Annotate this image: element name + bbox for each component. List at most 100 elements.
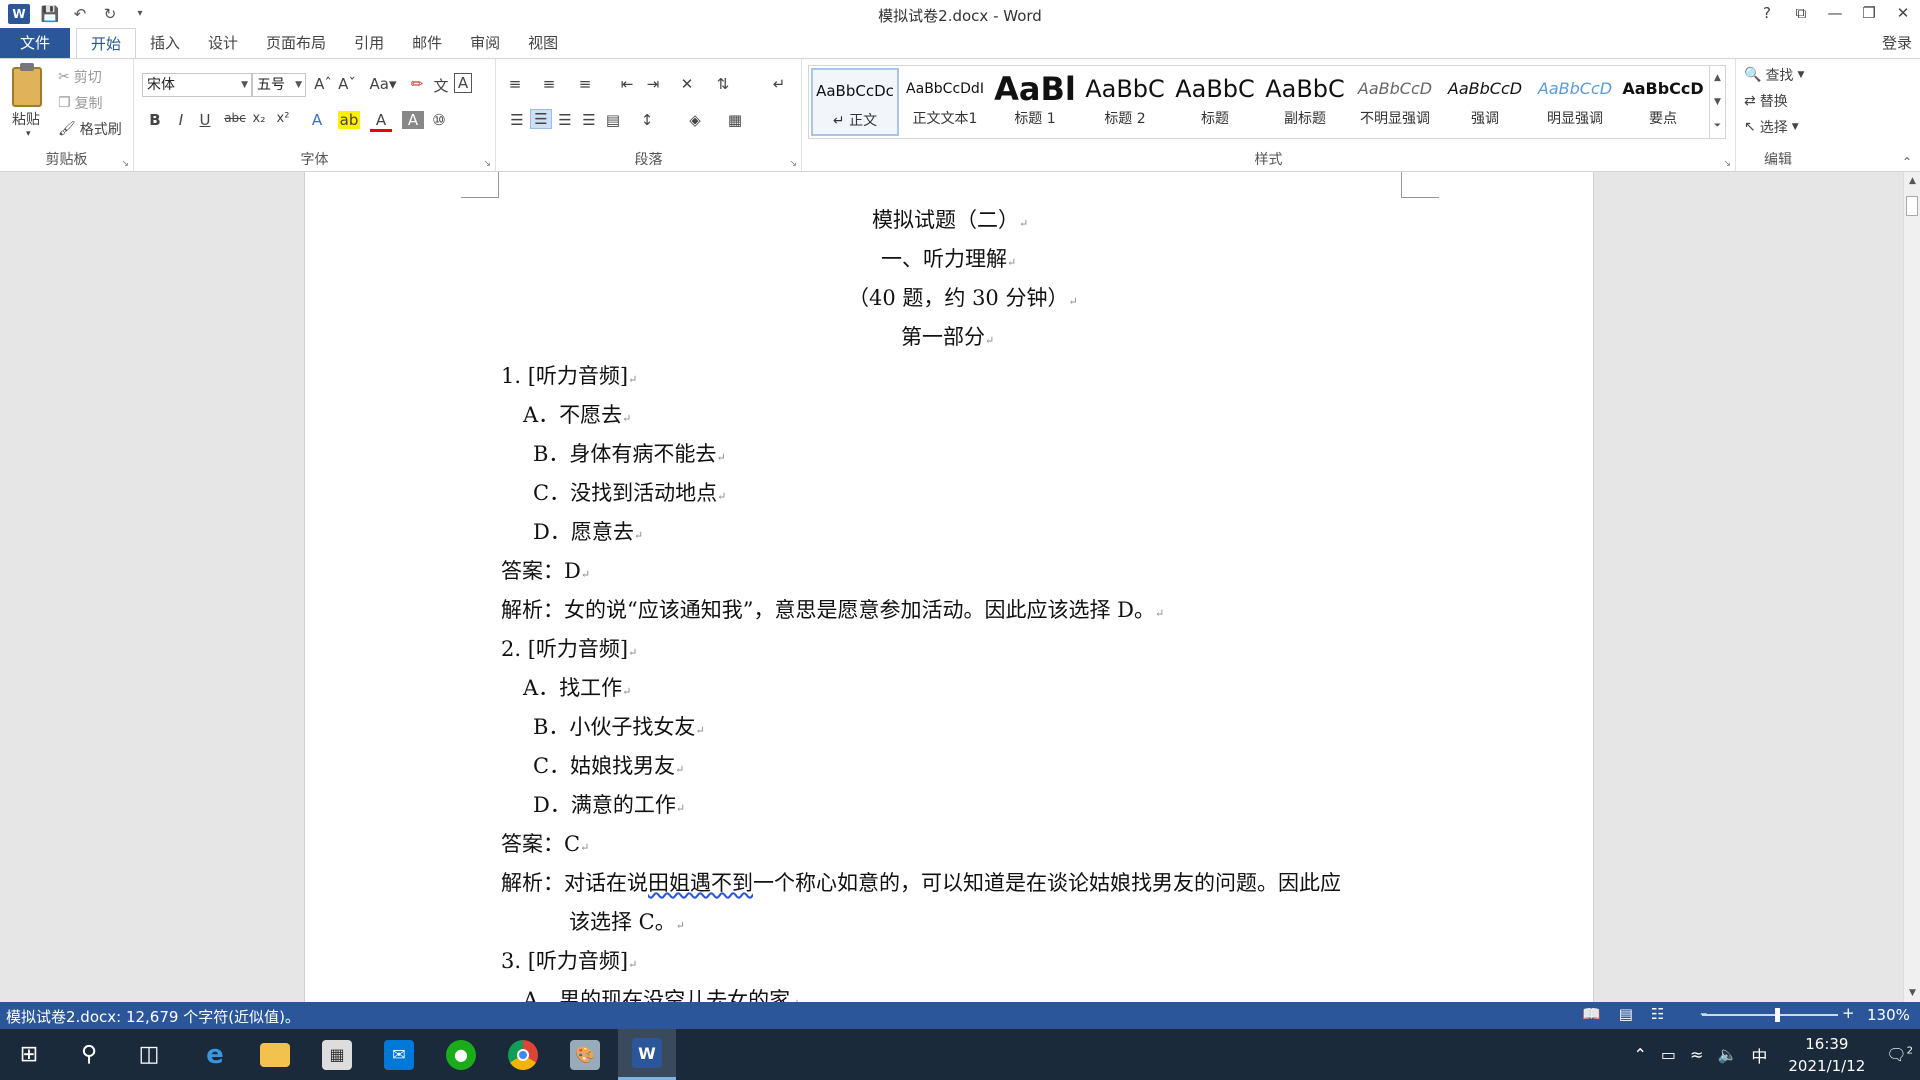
start-icon[interactable]: ⊞ (0, 1029, 58, 1080)
show-hidden-icons-icon[interactable]: ⌃ (1634, 1045, 1647, 1064)
style-subtle-emphasis[interactable]: AaBbCcD 不明显强调 (1351, 68, 1439, 136)
edge-icon[interactable]: e (186, 1029, 244, 1080)
minimize-button[interactable]: — (1818, 0, 1852, 27)
paste-button[interactable]: 粘贴 (12, 109, 40, 129)
spelling-error-mark[interactable]: 田姐遇不到 (648, 871, 753, 895)
justify-icon[interactable]: ☰ (578, 111, 600, 129)
character-shading-icon[interactable]: A (402, 111, 424, 129)
font-launcher-icon[interactable]: ↘ (483, 159, 491, 169)
scroll-up-icon[interactable]: ▲ (1904, 176, 1920, 186)
wifi-icon[interactable]: ≈ (1690, 1045, 1703, 1064)
font-color-icon[interactable]: A (370, 111, 392, 132)
styles-launcher-icon[interactable]: ↘ (1723, 159, 1731, 169)
style-strong[interactable]: AaBbCcD 要点 (1619, 68, 1707, 136)
align-right-icon[interactable]: ☰ (554, 111, 576, 129)
grow-font-icon[interactable]: Aˆ (312, 75, 334, 93)
undo-icon[interactable]: ↶ (70, 5, 90, 23)
zoom-level[interactable]: 130% (1867, 1006, 1910, 1024)
select-button[interactable]: ↖ 选择 ▼ (1744, 117, 1799, 137)
clipboard-launcher-icon[interactable]: ↘ (121, 159, 129, 169)
font-size-combo[interactable]: 五号 ▼ (252, 73, 306, 97)
scrollbar-thumb[interactable] (1906, 196, 1918, 216)
customize-qat-icon[interactable]: ▾ (130, 8, 150, 19)
subscript-icon[interactable]: x₂ (248, 111, 270, 126)
character-border-icon[interactable]: A (454, 73, 472, 93)
shrink-font-icon[interactable]: Aˇ (336, 75, 358, 93)
read-mode-icon[interactable]: 📖 (1582, 1005, 1601, 1023)
store-icon[interactable]: ▦ (308, 1029, 366, 1080)
chinese-layout-icon[interactable]: ✕ (676, 75, 698, 93)
replace-button[interactable]: ⇄ 替换 (1744, 91, 1788, 111)
style-emphasis[interactable]: AaBbCcD 强调 (1441, 68, 1529, 136)
increase-indent-icon[interactable]: ⇥ (642, 75, 664, 93)
ribbon-display-options-button[interactable]: ⧉ (1784, 0, 1818, 27)
style-heading-2[interactable]: AaBbC 标题 2 (1081, 68, 1169, 136)
distributed-icon[interactable]: ▤ (602, 111, 624, 129)
styles-gallery-scroll[interactable]: ▲ ▼ ⏷ (1709, 66, 1725, 138)
zoom-out-icon[interactable]: – (1700, 1004, 1708, 1022)
clock[interactable]: 16:39 2021/1/12 (1788, 1033, 1865, 1077)
wechat-icon[interactable]: ● (432, 1029, 490, 1080)
ime-indicator[interactable]: 中 (1751, 1043, 1767, 1067)
underline-icon[interactable]: U (194, 111, 216, 129)
highlight-icon[interactable]: ab (338, 111, 360, 129)
sign-in-link[interactable]: 登录 (1882, 32, 1912, 53)
italic-icon[interactable]: I (170, 111, 192, 129)
scroll-up-icon[interactable]: ▲ (1710, 66, 1725, 90)
format-painter-button[interactable]: 🖌 格式刷 (58, 119, 122, 139)
document-page[interactable]: 模拟试题（二）↵ 一、听力理解↵ （40 题，约 30 分钟）↵ 第一部分↵ 1… (304, 172, 1594, 1002)
align-center-icon[interactable]: ☰ (530, 109, 552, 129)
paste-dropdown-icon[interactable]: ▾ (26, 129, 31, 139)
change-case-icon[interactable]: Aa▾ (366, 75, 400, 93)
decrease-indent-icon[interactable]: ⇤ (616, 75, 638, 93)
copy-button[interactable]: ❐ 复制 (58, 93, 103, 113)
tab-home[interactable]: 开始 (76, 28, 137, 58)
find-button[interactable]: 🔍 查找 ▼ (1744, 65, 1804, 85)
style-subtitle[interactable]: AaBbC 副标题 (1261, 68, 1349, 136)
borders-icon[interactable]: ▦ (724, 111, 746, 129)
sort-icon[interactable]: ⇅ (712, 75, 734, 93)
style-intense-emphasis[interactable]: AaBbCcD 明显强调 (1531, 68, 1619, 136)
print-layout-icon[interactable]: ▤ (1619, 1005, 1633, 1023)
zoom-in-icon[interactable]: + (1842, 1004, 1855, 1022)
word-taskbar-icon[interactable]: W (618, 1029, 676, 1080)
word-count-status[interactable]: 模拟试卷2.docx: 12,679 个字符(近似值)。 (6, 1006, 300, 1027)
help-button[interactable]: ? (1750, 0, 1784, 27)
cut-button[interactable]: ✂ 剪切 (58, 67, 102, 87)
zoom-slider-knob[interactable] (1775, 1008, 1781, 1022)
task-view-icon[interactable]: ◫ (120, 1029, 178, 1080)
vertical-scrollbar[interactable]: ▲ ▼ (1903, 172, 1920, 1002)
battery-icon[interactable]: ▭ (1661, 1045, 1676, 1064)
shading-icon[interactable]: ◈ (684, 111, 706, 129)
strikethrough-icon[interactable]: abc (224, 111, 246, 125)
enclose-characters-icon[interactable]: ⑩ (428, 111, 450, 129)
more-styles-icon[interactable]: ⏷ (1710, 114, 1725, 138)
tab-references[interactable]: 引用 (340, 28, 398, 58)
text-effects-icon[interactable]: A (306, 111, 328, 129)
tab-mailings[interactable]: 邮件 (398, 28, 456, 58)
tab-file[interactable]: 文件 (0, 28, 70, 58)
style-heading-1[interactable]: AaBl 标题 1 (991, 68, 1079, 136)
bold-icon[interactable]: B (144, 111, 166, 129)
save-icon[interactable]: 💾 (40, 5, 60, 23)
show-marks-icon[interactable]: ↵ (768, 75, 790, 93)
scroll-down-icon[interactable]: ▼ (1710, 90, 1725, 114)
paragraph-launcher-icon[interactable]: ↘ (789, 159, 797, 169)
notification-center-icon[interactable]: 🗨2 (1886, 1045, 1913, 1064)
align-left-icon[interactable]: ☰ (506, 111, 528, 129)
file-explorer-icon[interactable] (246, 1029, 304, 1080)
phonetic-guide-icon[interactable]: 文 (430, 75, 452, 96)
collapse-ribbon-icon[interactable]: ⌃ (1902, 155, 1912, 169)
tab-view[interactable]: 视图 (514, 28, 572, 58)
search-icon[interactable]: ⚲ (60, 1029, 118, 1080)
tab-review[interactable]: 审阅 (456, 28, 514, 58)
close-button[interactable]: ✕ (1886, 0, 1920, 27)
chrome-icon[interactable] (494, 1029, 552, 1080)
tab-design[interactable]: 设计 (194, 28, 252, 58)
superscript-icon[interactable]: x² (272, 111, 294, 126)
scroll-down-icon[interactable]: ▼ (1904, 988, 1920, 998)
zoom-slider[interactable] (1702, 1008, 1838, 1022)
tab-page-layout[interactable]: 页面布局 (252, 28, 340, 58)
restore-button[interactable]: ❐ (1852, 0, 1886, 27)
volume-icon[interactable]: 🔈 (1717, 1045, 1737, 1064)
